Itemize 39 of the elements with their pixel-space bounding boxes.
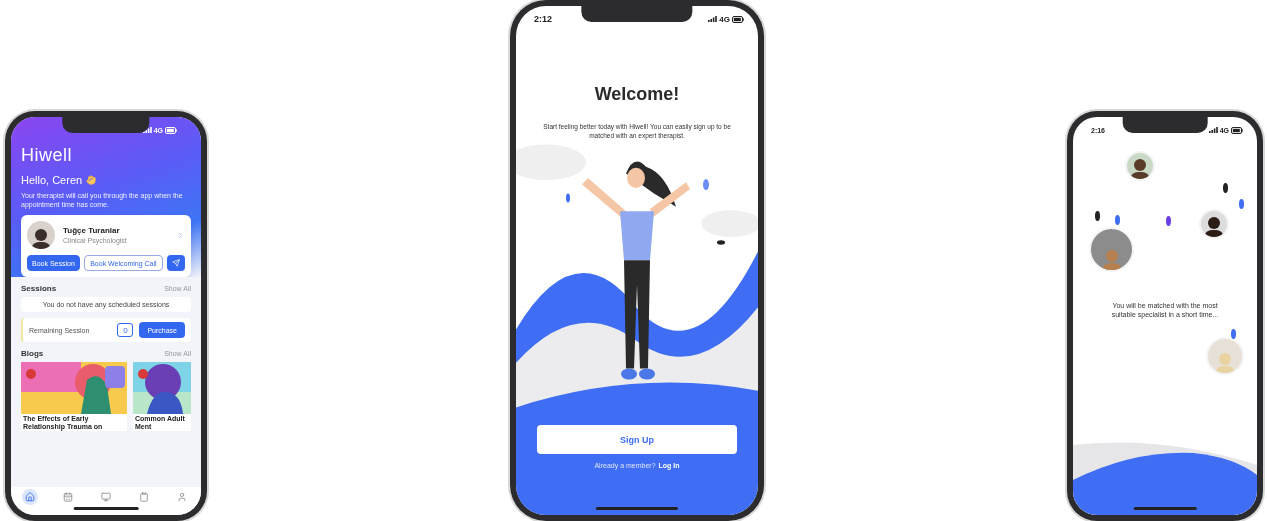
status-time: 2:12 [534, 14, 552, 24]
battery-icon [165, 126, 177, 134]
waving-hand-icon [86, 175, 97, 185]
welcome-title: Welcome! [593, 84, 681, 105]
section-title: Blogs [21, 349, 44, 358]
avatar [1199, 209, 1229, 239]
home-indicator [73, 507, 139, 510]
avatar [1206, 337, 1244, 375]
confetti-icon [1231, 329, 1236, 339]
send-button[interactable] [167, 255, 185, 271]
clipboard-icon [139, 492, 149, 502]
signal-icon [1208, 127, 1218, 133]
avatar [1125, 151, 1155, 181]
session-count: 0 [117, 323, 134, 337]
therapist-name: Tuğçe Turanlar [63, 226, 121, 235]
confetti-icon [1239, 199, 1244, 209]
avatar [27, 221, 55, 249]
confetti-icon [1095, 211, 1100, 221]
home-icon [25, 492, 35, 502]
send-icon [172, 259, 180, 267]
video-icon [101, 492, 111, 502]
calendar-icon [63, 492, 73, 502]
chevron-icon[interactable] [176, 230, 185, 240]
greeting: Hello, Ceren [21, 174, 83, 186]
sign-up-button[interactable]: Sign Up [537, 425, 737, 454]
home-indicator [1133, 507, 1197, 510]
battery-icon [1231, 126, 1243, 134]
signal-icon [708, 16, 718, 22]
home-tab[interactable] [22, 489, 38, 505]
network-label: 4G [719, 14, 730, 24]
signal-icon [142, 127, 152, 133]
confetti-icon [1166, 216, 1171, 226]
confetti-icon [1223, 183, 1228, 193]
confetti-icon [1115, 215, 1120, 225]
section-title: Sessions [21, 284, 57, 293]
avatar [1089, 227, 1134, 272]
app-logo: Hiwell [21, 145, 73, 166]
profile-icon [177, 492, 187, 502]
battery-icon [732, 15, 744, 23]
